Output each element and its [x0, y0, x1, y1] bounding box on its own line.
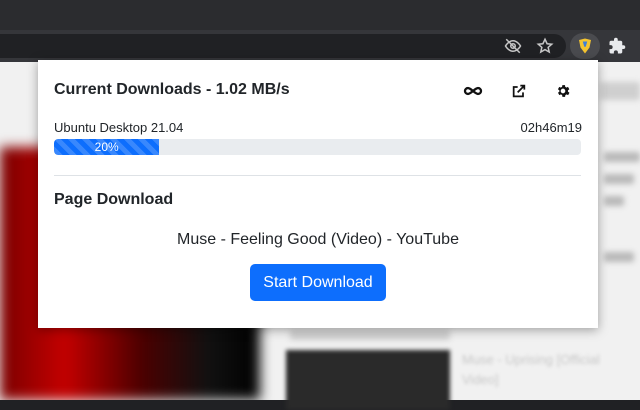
blurred-element: [600, 82, 640, 100]
blurred-video-title: Muse - Uprising [Official Video]: [462, 352, 600, 387]
current-page-title: Muse - Feeling Good (Video) - YouTube: [177, 231, 459, 248]
download-progress-bar: 20%: [54, 139, 581, 155]
blurred-element: [604, 196, 624, 206]
download-manager-popup: Current Downloads - 1.02 MB/s Ubuntu Des…: [38, 60, 598, 328]
puzzle-icon[interactable]: [607, 36, 627, 56]
blurred-element: [290, 330, 450, 340]
star-icon[interactable]: [535, 36, 555, 56]
eye-off-icon[interactable]: [503, 36, 523, 56]
extension-downloader-icon[interactable]: [575, 36, 595, 56]
download-eta: 02h46m19: [520, 120, 582, 135]
download-progress-fill: 20%: [54, 139, 160, 155]
download-file-name: Ubuntu Desktop 21.04: [54, 120, 184, 135]
current-downloads-title: Current Downloads - 1.02 MB/s: [54, 81, 290, 98]
gear-icon[interactable]: [553, 81, 573, 101]
tab-strip: [0, 0, 640, 30]
infinity-icon[interactable]: [463, 81, 483, 101]
page-download-title: Page Download: [54, 191, 174, 208]
address-bar[interactable]: [0, 34, 566, 58]
blurred-video-thumbnail: [286, 350, 450, 410]
blurred-element: [604, 252, 634, 262]
blurred-element: [604, 174, 634, 184]
start-download-button[interactable]: Start Download: [250, 264, 386, 301]
blurred-element: [604, 152, 640, 162]
section-divider: [54, 175, 581, 176]
open-external-icon[interactable]: [509, 81, 529, 101]
